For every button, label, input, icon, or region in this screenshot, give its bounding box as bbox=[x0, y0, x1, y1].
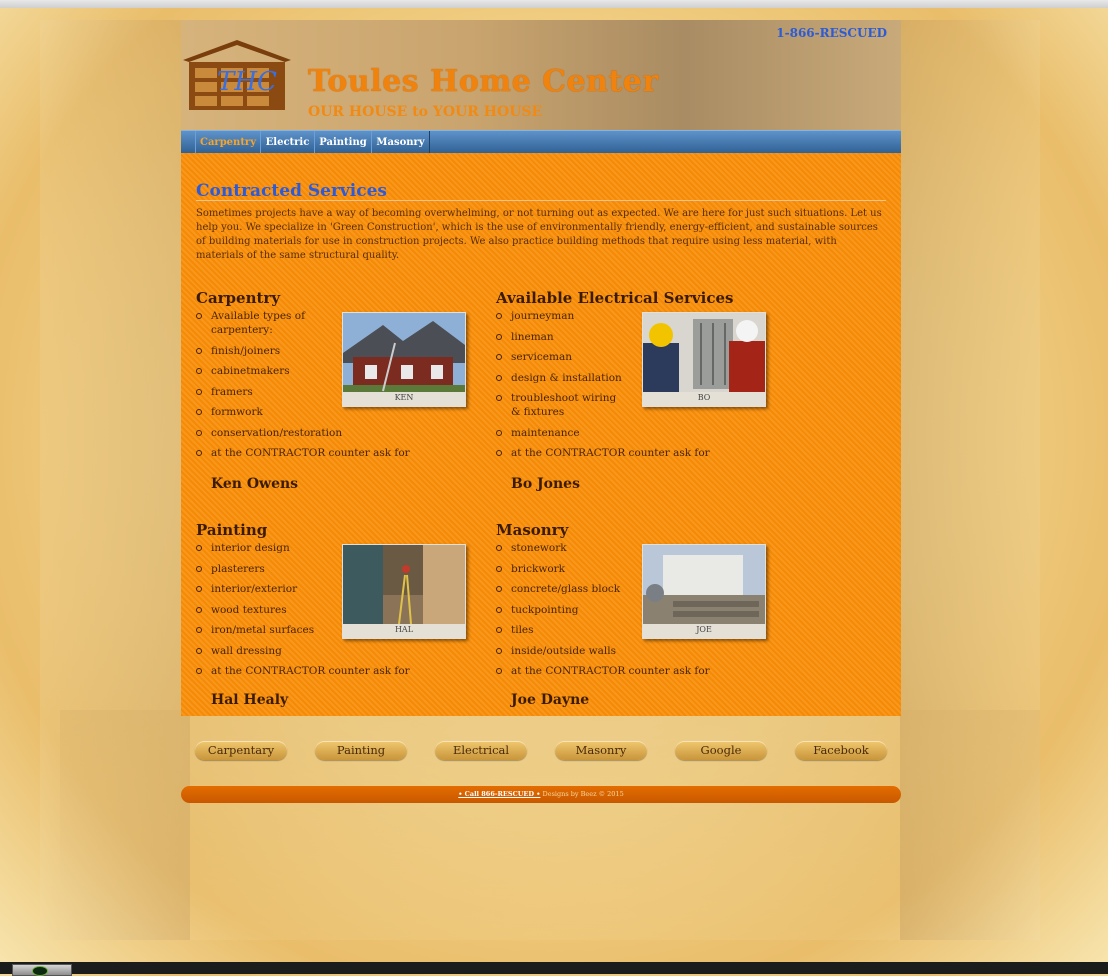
list-item: wood textures bbox=[196, 603, 336, 617]
contact-name-carpentry: Ken Owens bbox=[211, 476, 299, 492]
house-roof-photo-icon bbox=[343, 313, 465, 392]
list-item: serviceman bbox=[496, 350, 626, 364]
electrical-button[interactable]: Electrical bbox=[435, 741, 527, 760]
list-item: stonework bbox=[496, 541, 636, 555]
list-item: tiles bbox=[496, 623, 636, 637]
interior-painting-photo-icon bbox=[343, 545, 465, 624]
masonry-list: stonework brickwork concrete/glass block… bbox=[496, 541, 710, 685]
list-item: iron/metal surfaces bbox=[196, 623, 336, 637]
site-footer: • Call 866-RESCUED • Designs by Beez © 2… bbox=[181, 786, 901, 803]
list-item: troubleshoot wiring & fixtures bbox=[496, 391, 626, 419]
photo-ken[interactable]: KEN bbox=[342, 312, 466, 407]
nav-item-painting[interactable]: Painting bbox=[314, 131, 372, 154]
list-item: plasterers bbox=[196, 562, 336, 576]
main-content: Contracted Services Sometimes projects h… bbox=[181, 153, 901, 716]
intro-paragraph: Sometimes projects have a way of becomin… bbox=[196, 208, 882, 261]
section-title-carpentry: Carpentry bbox=[196, 289, 281, 307]
list-item: conservation/restoration bbox=[196, 426, 381, 440]
photo-hal[interactable]: HAL bbox=[342, 544, 466, 639]
contact-name-painting: Hal Healy bbox=[211, 692, 289, 708]
taskbar bbox=[0, 962, 1108, 974]
site-tagline: OUR HOUSE to YOUR HOUSE bbox=[308, 104, 543, 120]
list-item: formwork bbox=[196, 405, 336, 419]
list-item: at the CONTRACTOR counter ask for bbox=[196, 446, 411, 460]
photo-joe[interactable]: JOE bbox=[642, 544, 766, 639]
contact-name-masonry: Joe Dayne bbox=[511, 692, 590, 708]
nav-item-carpentry[interactable]: Carpentry bbox=[195, 131, 261, 154]
heading-divider bbox=[196, 200, 886, 201]
list-item: concrete/glass block bbox=[496, 582, 636, 596]
section-title-painting: Painting bbox=[196, 521, 268, 539]
section-title-masonry: Masonry bbox=[496, 521, 569, 539]
list-item: cabinetmakers bbox=[196, 364, 336, 378]
carpentary-button[interactable]: Carpentary bbox=[195, 741, 287, 760]
house-logo-icon[interactable]: THC bbox=[181, 38, 293, 110]
painting-button[interactable]: Painting bbox=[315, 741, 407, 760]
main-nav: Carpentry Electric Painting Masonry bbox=[181, 130, 901, 154]
list-item: at the CONTRACTOR counter ask for bbox=[496, 446, 711, 460]
browser-top-strip bbox=[0, 0, 1108, 8]
phone-number[interactable]: 1-866-RESCUED bbox=[776, 26, 887, 40]
list-item: design & installation bbox=[496, 371, 626, 385]
contact-name-electrical: Bo Jones bbox=[511, 476, 580, 492]
section-title-electrical: Available Electrical Services bbox=[496, 289, 734, 307]
logo-text: THC bbox=[217, 67, 277, 97]
list-item: wall dressing bbox=[196, 644, 336, 658]
site-title: Toules Home Center bbox=[308, 64, 659, 99]
google-button[interactable]: Google bbox=[675, 741, 767, 760]
list-item: journeyman bbox=[496, 309, 626, 323]
list-item: finish/joiners bbox=[196, 344, 336, 358]
nav-item-masonry[interactable]: Masonry bbox=[371, 131, 430, 154]
painting-list: interior design plasterers interior/exte… bbox=[196, 541, 410, 685]
list-item: Available types of carpentery: bbox=[196, 309, 336, 337]
list-item: lineman bbox=[496, 330, 626, 344]
list-item: at the CONTRACTOR counter ask for bbox=[196, 664, 411, 678]
photo-caption: HAL bbox=[394, 625, 414, 634]
list-item: inside/outside walls bbox=[496, 644, 636, 658]
footer-credit: Designs by Beez © 2015 bbox=[542, 790, 624, 798]
masonry-photo-icon bbox=[643, 545, 765, 624]
list-item: brickwork bbox=[496, 562, 636, 576]
nav-item-electric[interactable]: Electric bbox=[260, 131, 315, 154]
photo-caption: JOE bbox=[696, 625, 712, 634]
footer-call-link[interactable]: • Call 866-RESCUED • bbox=[458, 790, 540, 798]
list-item: interior design bbox=[196, 541, 336, 555]
page-heading: Contracted Services bbox=[196, 181, 388, 201]
photo-caption: BO bbox=[697, 393, 711, 402]
list-item: maintenance bbox=[496, 426, 626, 440]
electrical-list: journeyman lineman serviceman design & i… bbox=[496, 309, 710, 467]
app-icon bbox=[32, 966, 48, 976]
masonry-button[interactable]: Masonry bbox=[555, 741, 647, 760]
list-item: tuckpointing bbox=[496, 603, 636, 617]
photo-caption: KEN bbox=[394, 393, 414, 402]
facebook-button[interactable]: Facebook bbox=[795, 741, 887, 760]
site-header: THC Toules Home Center OUR HOUSE to YOUR… bbox=[181, 20, 901, 130]
photo-bo[interactable]: BO bbox=[642, 312, 766, 407]
list-item: framers bbox=[196, 385, 336, 399]
carpentry-list: Available types of carpentery: finish/jo… bbox=[196, 309, 410, 467]
electricians-photo-icon bbox=[643, 313, 765, 392]
list-item: at the CONTRACTOR counter ask for bbox=[496, 664, 711, 678]
list-item: interior/exterior bbox=[196, 582, 336, 596]
